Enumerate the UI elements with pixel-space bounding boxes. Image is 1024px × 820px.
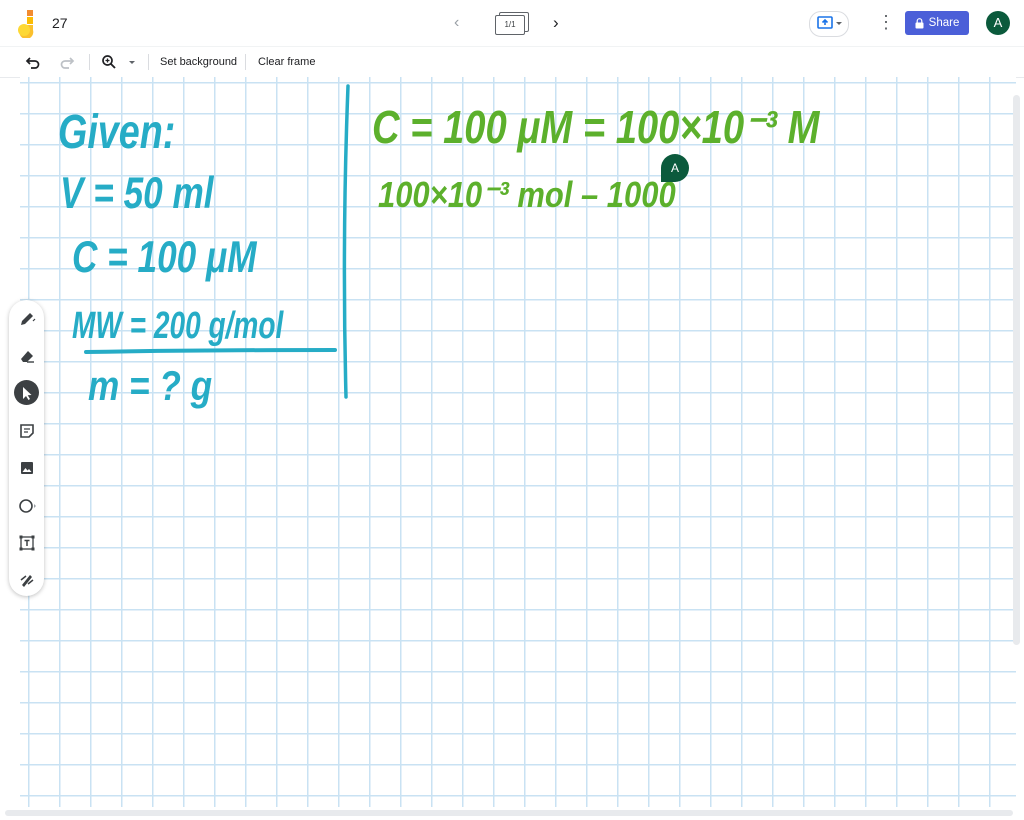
divider-line: [342, 84, 350, 399]
vertical-scrollbar[interactable]: [1013, 95, 1020, 645]
horizontal-scrollbar[interactable]: [5, 810, 1013, 816]
text-box-icon: [19, 535, 34, 550]
select-icon: [22, 386, 31, 400]
given-heading: Given:: [58, 106, 175, 160]
eraser-tool[interactable]: [14, 343, 39, 368]
eraser-icon: [20, 350, 34, 363]
given-molecular-weight: MW = 200 g/mol: [72, 305, 284, 347]
concentration-conversion: C = 100 μM = 100×10⁻³ M: [372, 102, 820, 153]
select-tool[interactable]: [14, 380, 39, 405]
fraction-line: [84, 348, 337, 354]
ink-layer: Given: V = 50 ml C = 100 μM MW = 200 g/m…: [58, 84, 820, 410]
sticky-note-tool[interactable]: [14, 418, 39, 443]
pen-icon: [20, 312, 35, 325]
image-tool[interactable]: [14, 455, 39, 480]
laser-tool[interactable]: [14, 567, 39, 592]
tool-palette: [9, 300, 44, 596]
unknown-mass: m = ? g: [88, 363, 212, 410]
sticky-note-icon: [19, 423, 34, 438]
text-box-tool[interactable]: [14, 530, 39, 555]
given-concentration: C = 100 μM: [72, 231, 258, 282]
image-icon: [20, 461, 33, 474]
circle-icon: [18, 498, 36, 513]
moles-per-liter-note: 100×10⁻³ mol – 1000: [378, 176, 676, 216]
given-volume: V = 50 ml: [60, 167, 214, 218]
collaborator-cursor: A: [661, 154, 689, 182]
shape-tool[interactable]: [14, 493, 39, 518]
laser-icon: [20, 574, 33, 587]
pen-tool[interactable]: [14, 306, 39, 331]
collaborator-initial: A: [670, 161, 679, 175]
